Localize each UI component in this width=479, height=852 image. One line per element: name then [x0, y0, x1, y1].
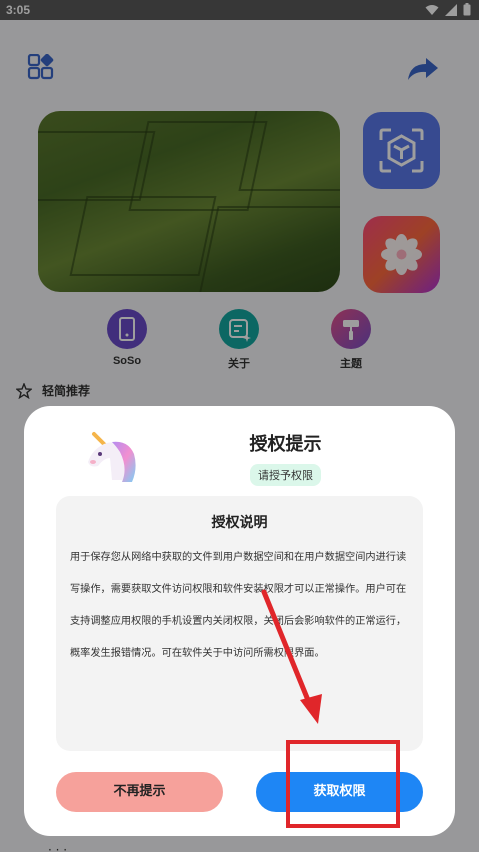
- card-title: 授权说明: [211, 515, 268, 531]
- permission-dialog: 授权提示 请授予权限 授权说明 用于保存您从网络中获取的文件到用户数据空间和在用…: [24, 406, 455, 836]
- card-line: 用于保存您从网络中获取的文件到用户数据空间和在用户数据空间内进行读: [70, 552, 407, 563]
- get-permission-button[interactable]: 获取权限: [256, 772, 423, 812]
- card-body: 用于保存您从网络中获取的文件到用户数据空间和在用户数据空间内进行读 写操作，需要…: [70, 538, 410, 666]
- card-line: 支持调整应用权限的手机设置内关闭权限，关闭后会影响软件的正常运行，: [70, 616, 407, 627]
- dialog-title: 授权提示: [249, 434, 322, 455]
- dont-show-again-button[interactable]: 不再提示: [56, 772, 223, 812]
- status-badge: 请授予权限: [250, 464, 321, 486]
- card-line: 概率发生报错情况。可在软件关于中访问所需权限界面。: [70, 648, 325, 659]
- description-card: 授权说明 用于保存您从网络中获取的文件到用户数据空间和在用户数据空间内进行读 写…: [56, 496, 423, 751]
- card-line: 写操作，需要获取文件访问权限和软件安装权限才可以正常操作。用户可在: [70, 584, 407, 595]
